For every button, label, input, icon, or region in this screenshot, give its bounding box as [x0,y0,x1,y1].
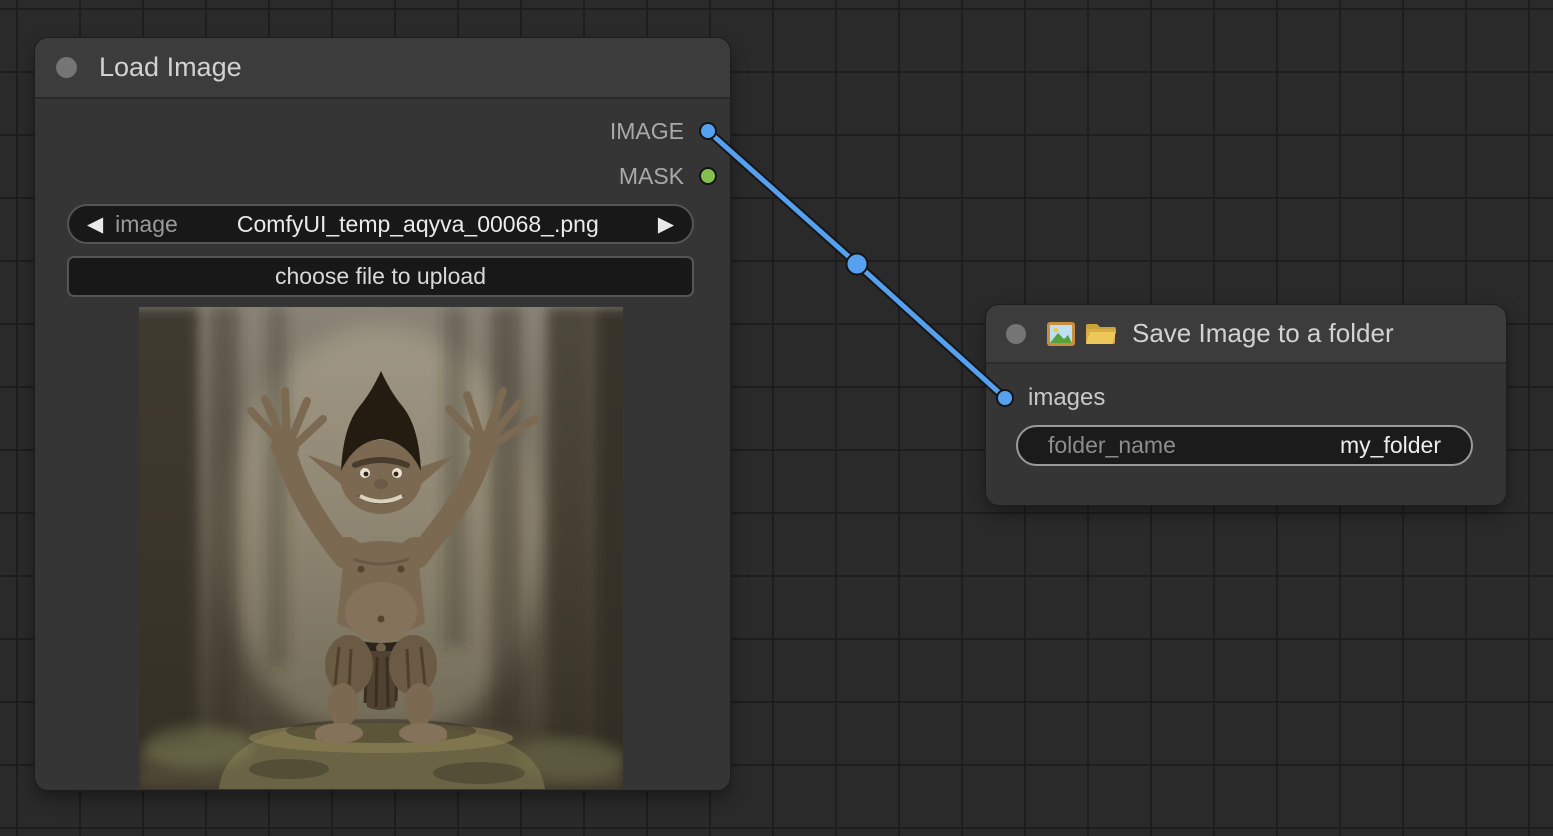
images-input-port[interactable] [997,390,1013,406]
image-preview [139,307,623,789]
output-label-image: IMAGE [610,117,684,145]
node-title: Load Image [99,52,242,83]
image-combo-widget[interactable]: ◀ image ComfyUI_temp_aqyva_00068_.png ▶ [67,204,694,244]
load-image-node[interactable]: Load Image IMAGE MASK ◀ image ComfyUI_te… [35,38,730,790]
link-midpoint-dot[interactable] [847,254,868,275]
node-title: Save Image to a folder [1132,318,1394,349]
folder-icon [1084,319,1118,349]
node-graph-canvas[interactable]: { "canvas": { "background": "#2a2a2a", "… [0,0,1553,836]
image-output-port[interactable] [700,123,716,139]
save-node-header[interactable]: Save Image to a folder [986,305,1506,364]
collapse-dot[interactable] [56,57,77,78]
folder-name-label: folder_name [1048,432,1176,459]
folder-name-value: my_folder [1340,432,1441,459]
combo-label: image [115,211,178,238]
input-label-images: images [1028,384,1105,412]
folder-name-widget[interactable]: folder_name my_folder [1016,425,1473,466]
combo-next-arrow-icon[interactable]: ▶ [658,214,674,235]
troll-forest-illustration [139,307,623,789]
picture-icon [1046,319,1076,349]
combo-value: ComfyUI_temp_aqyva_00068_.png [178,211,658,238]
load-image-node-header[interactable]: Load Image [35,38,730,99]
mask-output-port[interactable] [699,167,717,185]
save-image-node[interactable]: Save Image to a folder images folder_nam… [986,305,1506,505]
output-label-mask: MASK [619,162,684,190]
choose-file-upload-button[interactable]: choose file to upload [67,256,694,297]
node-title-icons [1046,319,1118,349]
combo-prev-arrow-icon[interactable]: ◀ [87,214,103,235]
collapse-dot[interactable] [1006,324,1026,344]
